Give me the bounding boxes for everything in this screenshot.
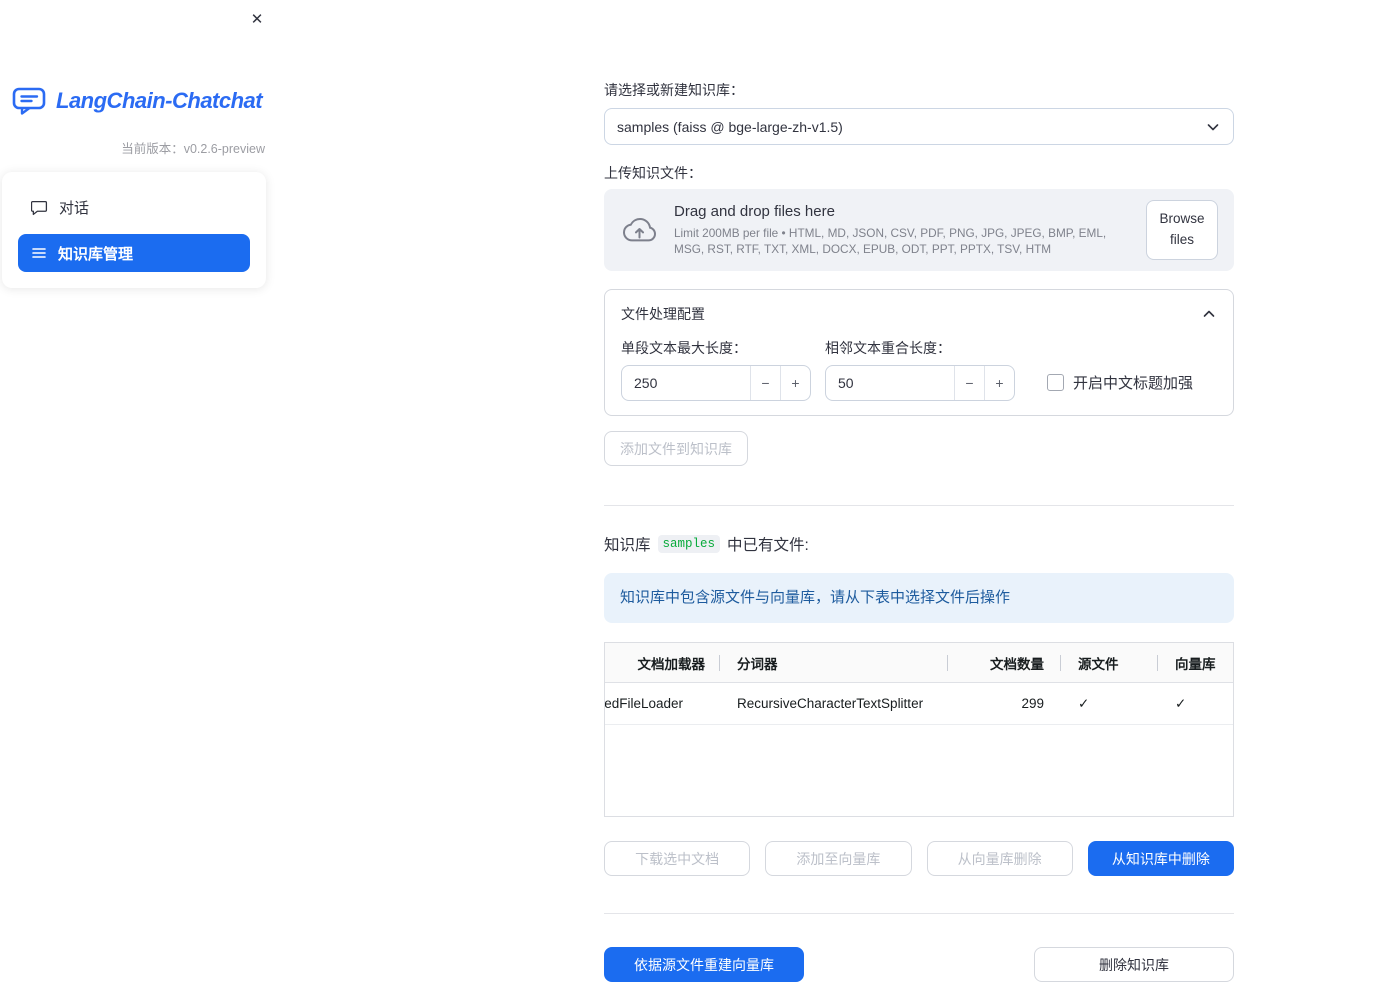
add-files-button[interactable]: 添加文件到知识库 [604,431,748,466]
browse-files-button[interactable]: Browse files [1146,200,1218,260]
chunk-size-stepper: − + [621,365,811,401]
divider [604,505,1234,506]
download-selected-button[interactable]: 下载选中文档 [604,841,751,877]
minus-button[interactable]: − [954,366,984,400]
chat-bubble-icon [31,199,48,216]
existing-suffix: 中已有文件: [727,537,809,554]
info-banner: 知识库中包含源文件与向量库，请从下表中选择文件后操作 [604,573,1234,624]
file-config-expander-header[interactable]: 文件处理配置 [605,290,1233,336]
existing-prefix: 知识库 [604,537,651,554]
delete-kb-button[interactable]: 删除知识库 [1034,947,1234,983]
expander-title: 文件处理配置 [621,306,705,322]
zh-title-checkbox-row: 开启中文标题加强 [1047,372,1193,393]
dropzone-hint: Limit 200MB per file • HTML, MD, JSON, C… [674,225,1107,256]
kb-select-label: 请选择或新建知识库： [604,82,744,98]
plus-button[interactable]: + [984,366,1014,400]
minus-button[interactable]: − [750,366,780,400]
overlap-size-stepper: − + [825,365,1015,401]
chunk-size-input[interactable] [622,366,750,400]
column-header-source-file[interactable]: 源文件 [1061,643,1158,682]
cell-source-check: ✓ [1078,695,1090,711]
rebuild-vector-store-button[interactable]: 依据源文件重建向量库 [604,947,804,983]
table-header-row: 文档加载器 分词器 文档数量 源文件 向量库 [605,643,1233,684]
column-header-doc-count[interactable]: 文档数量 [948,643,1061,682]
table-row[interactable]: UnstructuredFileLoader RecursiveCharacte… [604,683,1233,726]
cell-splitter: RecursiveCharacterTextSplitter [737,696,924,712]
overlap-size-group: 相邻文本重合长度： − + [825,338,1015,401]
file-action-buttons: 下载选中文档 添加至向量库 从向量库删除 从知识库中删除 [604,841,1234,877]
files-table-scroll-area: 文档加载器 分词器 文档数量 源文件 向量库 UnstructuredFileL… [604,643,1233,726]
sidebar: ✕ LangChain-Chatchat 当前版本：v0.2.6-preview… [0,0,280,1002]
cell-doc-count: 299 [1021,696,1044,712]
chevron-down-icon [1205,119,1221,135]
overlap-size-label: 相邻文本重合长度： [825,340,951,356]
existing-files-line: 知识库 samples 中已有文件: [604,533,1234,555]
sidebar-item-label: 知识库管理 [58,245,134,263]
close-sidebar-icon[interactable]: ✕ [246,8,268,30]
chat-logo-icon [12,86,48,116]
file-config-body: 单段文本最大长度： − + 相邻文本重合长度： − + 开启中文标题加强 [605,336,1233,415]
cell-loader: UnstructuredFileLoader [604,696,683,712]
divider [604,913,1234,915]
sidebar-menu: 对话 知识库管理 [2,172,266,288]
chunk-size-group: 单段文本最大长度： − + [621,338,811,401]
version-label: 当前版本：v0.2.6-preview [121,142,265,156]
cell-vector-check: ✓ [1175,695,1187,711]
delete-from-vector-button[interactable]: 从向量库删除 [926,841,1073,877]
list-icon [31,245,47,261]
file-dropzone[interactable]: Drag and drop files here Limit 200MB per… [604,189,1234,271]
column-header-loader[interactable]: 文档加载器 [605,643,720,682]
delete-from-kb-button[interactable]: 从知识库中删除 [1087,841,1234,877]
column-header-vector-store[interactable]: 向量库 [1158,643,1233,682]
column-header-splitter[interactable]: 分词器 [720,643,948,682]
chunk-size-label: 单段文本最大长度： [621,340,747,356]
kb-name-code: samples [657,535,721,553]
cloud-upload-icon [620,215,658,245]
sidebar-item-label: 对话 [59,199,90,217]
overlap-size-input[interactable] [826,366,954,400]
sidebar-item-kb-management[interactable]: 知识库管理 [18,234,250,272]
app-title: LangChain-Chatchat [56,88,263,113]
main-content: 请选择或新建知识库： samples (faiss @ bge-large-zh… [604,0,1234,983]
sidebar-item-dialogue[interactable]: 对话 [18,188,250,226]
files-table: 文档加载器 分词器 文档数量 源文件 向量库 UnstructuredFileL… [604,642,1234,818]
kb-footer-buttons: 依据源文件重建向量库 删除知识库 [604,947,1234,983]
plus-button[interactable]: + [780,366,810,400]
app-logo: LangChain-Chatchat [12,86,263,116]
chevron-up-icon [1201,306,1217,322]
add-to-vector-button[interactable]: 添加至向量库 [765,841,912,877]
upload-label: 上传知识文件： [604,165,702,181]
dropzone-title: Drag and drop files here [674,202,835,220]
zh-title-checkbox-label: 开启中文标题加强 [1073,375,1194,392]
kb-selectbox[interactable]: samples (faiss @ bge-large-zh-v1.5) [604,108,1234,145]
kb-selectbox-value: samples (faiss @ bge-large-zh-v1.5) [617,118,843,135]
file-config-expander: 文件处理配置 单段文本最大长度： − + 相邻文本重合长度： [604,289,1234,416]
zh-title-checkbox[interactable] [1047,374,1064,391]
dropzone-text: Drag and drop files here Limit 200MB per… [674,203,1130,258]
